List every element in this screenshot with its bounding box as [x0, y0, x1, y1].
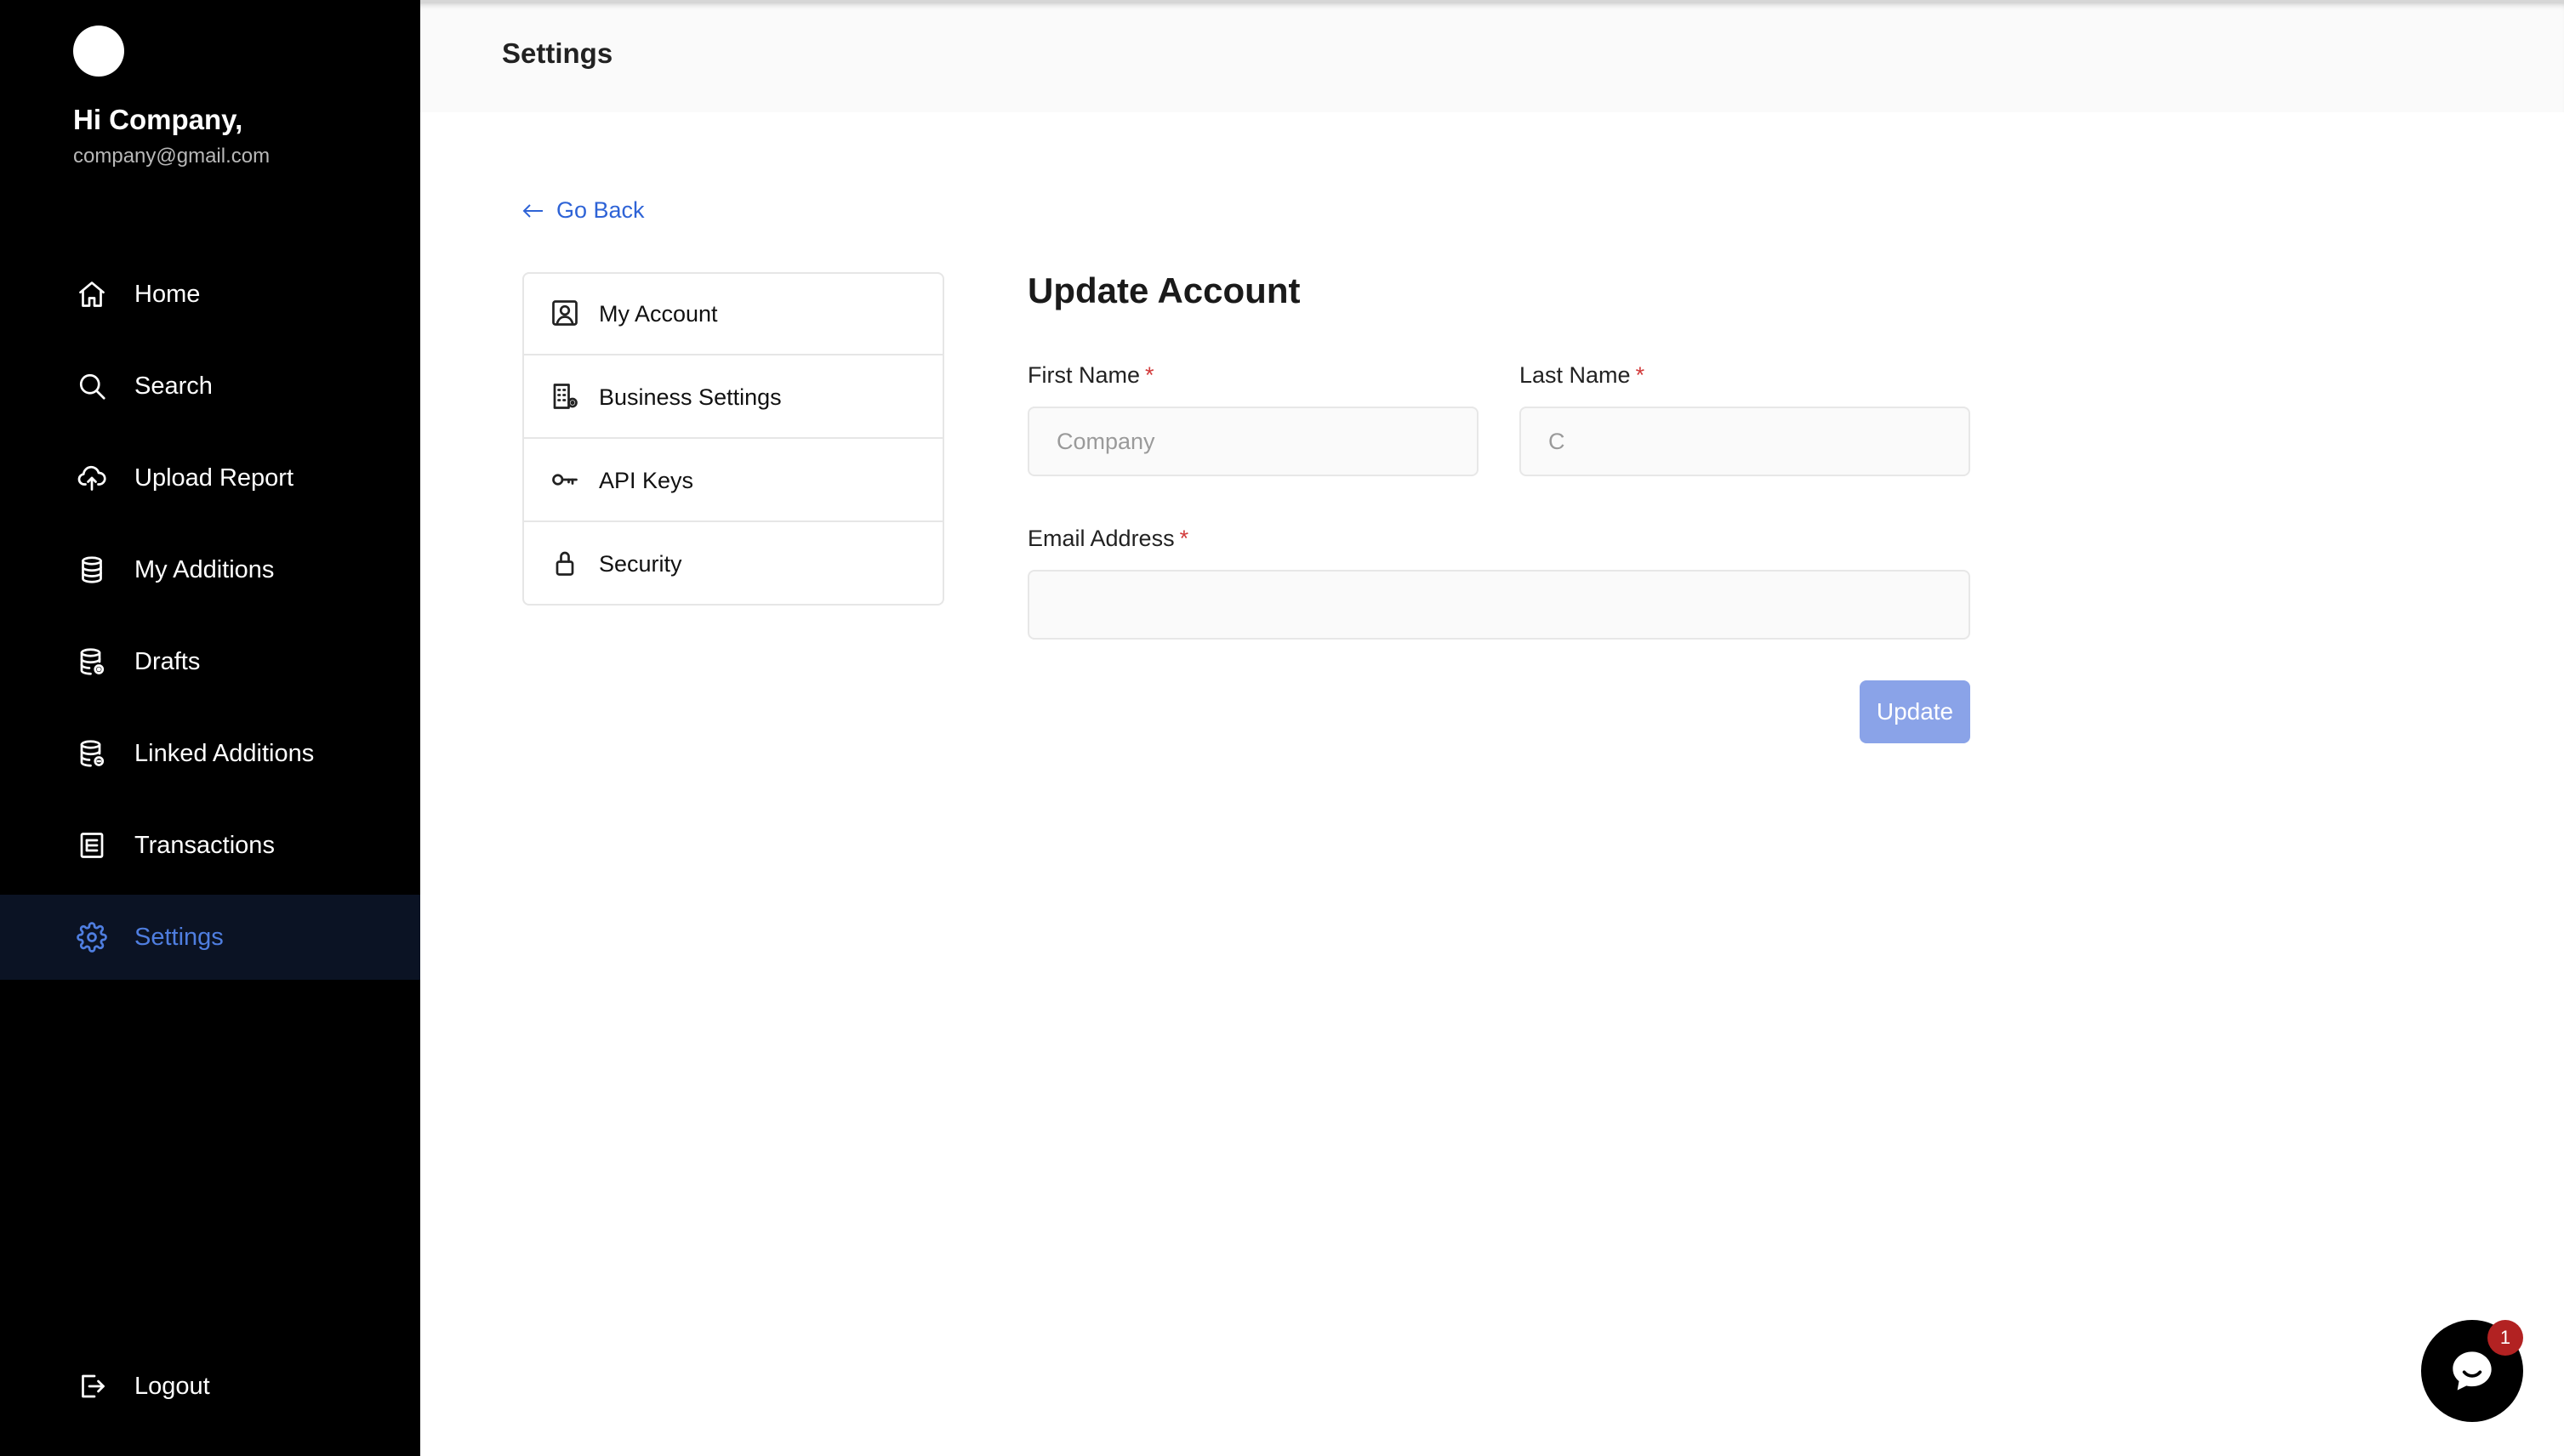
first-name-label-text: First Name — [1028, 362, 1141, 388]
gear-icon — [77, 922, 107, 953]
home-icon — [77, 279, 107, 310]
settings-menu: My Account Business Settings API Keys Se… — [522, 272, 944, 606]
sidebar-item-label: Transactions — [134, 831, 275, 859]
settings-menu-security[interactable]: Security — [524, 524, 943, 606]
logout-button[interactable]: Logout — [0, 1344, 420, 1429]
sidebar-item-label: Linked Additions — [134, 739, 315, 767]
building-icon — [550, 381, 580, 412]
sidebar-item-search[interactable]: Search — [0, 344, 420, 429]
settings-menu-label: Business Settings — [599, 384, 782, 410]
settings-menu-label: My Account — [599, 301, 718, 327]
first-name-field[interactable] — [1028, 407, 1479, 476]
required-marker: * — [1179, 526, 1189, 551]
chat-bubble-icon — [2453, 1351, 2492, 1391]
sidebar-item-my-additions[interactable]: My Additions — [0, 527, 420, 612]
sidebar-item-label: Upload Report — [134, 464, 293, 492]
search-icon — [77, 371, 107, 401]
user-square-icon — [550, 298, 580, 328]
sidebar-item-label: Search — [134, 372, 213, 400]
sidebar-item-drafts[interactable]: Drafts — [0, 619, 420, 704]
update-button[interactable]: Update — [1860, 680, 1970, 743]
settings-menu-label: API Keys — [599, 468, 694, 493]
last-name-label-text: Last Name — [1519, 362, 1631, 388]
email-label-text: Email Address — [1028, 526, 1175, 551]
logout-icon — [77, 1371, 107, 1402]
settings-menu-my-account[interactable]: My Account — [524, 274, 943, 355]
user-email: company@gmail.com — [73, 145, 271, 168]
sidebar-item-label: Home — [134, 280, 201, 308]
lock-icon — [550, 548, 580, 578]
required-marker: * — [1145, 362, 1154, 388]
sidebar-item-settings[interactable]: Settings — [0, 895, 420, 980]
logout-label: Logout — [134, 1372, 210, 1400]
sidebar-item-home[interactable]: Home — [0, 252, 420, 337]
settings-menu-business-settings[interactable]: Business Settings — [524, 357, 943, 439]
sidebar-item-label: Drafts — [134, 647, 201, 675]
database-link-icon — [77, 738, 107, 769]
cloud-upload-icon — [77, 463, 107, 493]
sidebar: Hi Company, company@gmail.com Home Searc… — [0, 0, 420, 1456]
sidebar-item-transactions[interactable]: Transactions — [0, 803, 420, 888]
key-icon — [550, 464, 580, 495]
receipt-icon — [77, 830, 107, 861]
go-back-label: Go Back — [556, 197, 645, 223]
last-name-field[interactable] — [1519, 407, 1970, 476]
arrow-left-icon — [522, 203, 543, 218]
page-header: Settings — [420, 0, 2564, 112]
sidebar-item-upload-report[interactable]: Upload Report — [0, 435, 420, 520]
settings-menu-label: Security — [599, 551, 682, 577]
email-label: Email Address * — [1028, 526, 1188, 552]
database-icon — [77, 555, 107, 585]
last-name-label: Last Name * — [1519, 362, 1644, 389]
database-settings-icon — [77, 646, 107, 677]
first-name-label: First Name * — [1028, 362, 1154, 389]
email-field[interactable] — [1028, 570, 1970, 640]
sidebar-item-label: Settings — [134, 923, 224, 951]
settings-menu-api-keys[interactable]: API Keys — [524, 441, 943, 522]
avatar[interactable] — [73, 26, 124, 77]
page-title: Settings — [502, 37, 613, 69]
go-back-link[interactable]: Go Back — [521, 197, 645, 224]
sidebar-item-label: My Additions — [134, 555, 275, 583]
required-marker: * — [1635, 362, 1645, 388]
form-title: Update Account — [1028, 270, 1301, 310]
user-greeting: Hi Company, — [73, 104, 243, 135]
sidebar-item-linked-additions[interactable]: Linked Additions — [0, 711, 420, 796]
notification-badge: 1 — [2487, 1320, 2523, 1356]
